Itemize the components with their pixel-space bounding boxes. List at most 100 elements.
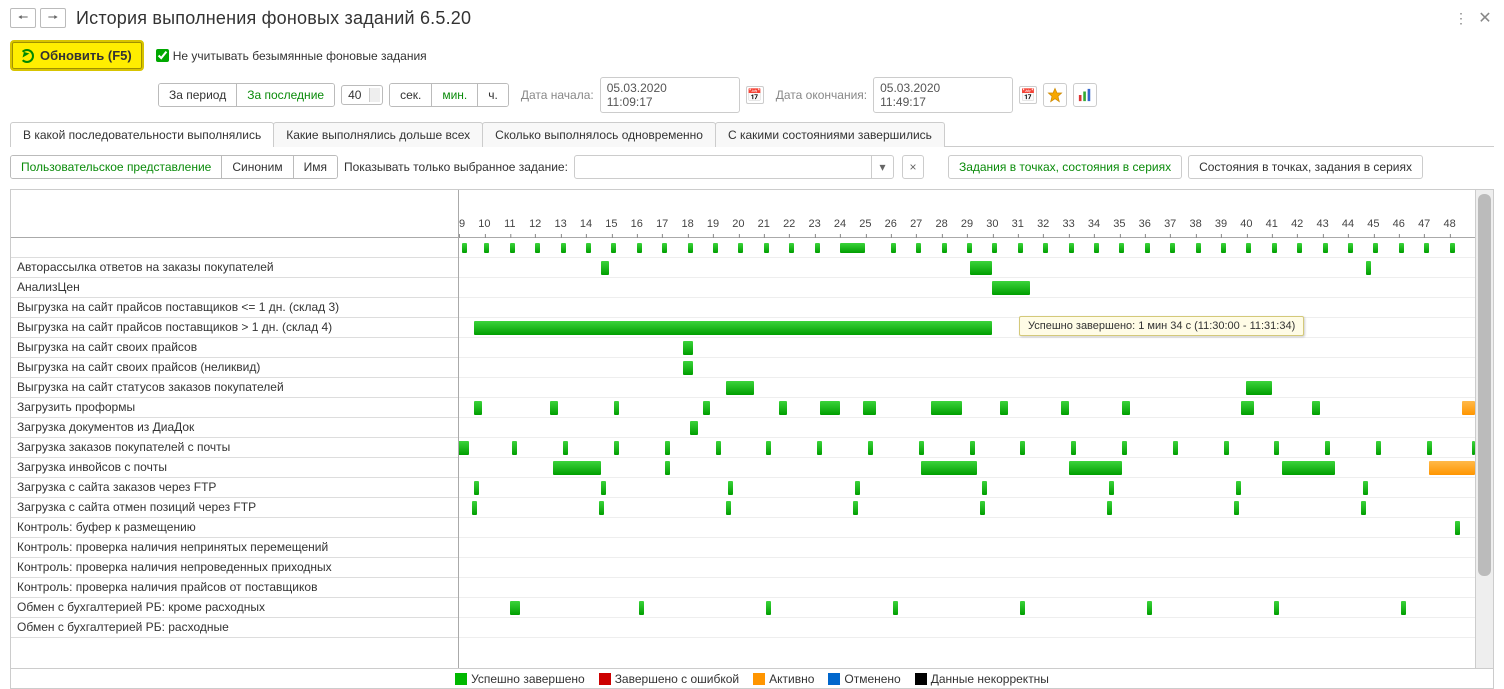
date-end-picker-icon[interactable]: 📅 [1019, 86, 1037, 104]
gantt-bar[interactable] [726, 381, 754, 395]
forward-button[interactable]: 🠖 [40, 8, 66, 28]
gantt-bar[interactable] [683, 361, 693, 375]
close-icon[interactable]: ✕ [1476, 9, 1494, 27]
gantt-bar[interactable] [1241, 401, 1254, 415]
gantt-bar[interactable] [815, 243, 820, 253]
repr-user[interactable]: Пользовательское представление [11, 156, 222, 178]
gantt-bar[interactable] [1363, 481, 1368, 495]
gantt-bar[interactable] [970, 441, 975, 455]
gantt-bar[interactable] [484, 243, 489, 253]
repr-synonym[interactable]: Синоним [222, 156, 293, 178]
gantt-bar[interactable] [474, 321, 992, 335]
gantt-bar[interactable] [1145, 243, 1150, 253]
chevron-down-icon[interactable]: ▾ [871, 156, 893, 178]
gantt-bar[interactable] [459, 441, 469, 455]
gantt-bar[interactable] [561, 243, 566, 253]
repr-name[interactable]: Имя [294, 156, 337, 178]
gantt-bar[interactable] [738, 243, 743, 253]
gantt-bar[interactable] [1107, 501, 1112, 515]
gantt-bar[interactable] [614, 401, 619, 415]
last-button[interactable]: За последние [237, 84, 334, 106]
gantt-bar[interactable] [1224, 441, 1229, 455]
chart-config-button[interactable] [1073, 83, 1097, 107]
gantt-bar[interactable] [1020, 601, 1025, 615]
gantt-bar[interactable] [982, 481, 987, 495]
gantt-bar[interactable] [1147, 601, 1152, 615]
gantt-bar[interactable] [688, 243, 693, 253]
gantt-bar[interactable] [919, 441, 924, 455]
gantt-bar[interactable] [474, 401, 482, 415]
gantt-bar[interactable] [728, 481, 733, 495]
gantt-bar[interactable] [550, 401, 558, 415]
gantt-bar[interactable] [1272, 243, 1277, 253]
date-start-field[interactable]: 05.03.2020 11:09:17 [600, 77, 740, 113]
tab-longest[interactable]: Какие выполнялись дольше всех [273, 122, 483, 147]
ignore-unnamed-checkbox[interactable]: Не учитывать безымянные фоновые задания [156, 49, 427, 63]
gantt-bar[interactable] [766, 601, 771, 615]
tab-concurrent[interactable]: Сколько выполнялось одновременно [482, 122, 716, 147]
gantt-bar[interactable] [637, 243, 642, 253]
gantt-bar[interactable] [639, 601, 644, 615]
gantt-bar[interactable] [1043, 243, 1048, 253]
gantt-bar[interactable] [1376, 441, 1381, 455]
gantt-bar[interactable] [1071, 441, 1076, 455]
gantt-bar[interactable] [726, 501, 731, 515]
gantt-bar[interactable] [1246, 243, 1251, 253]
gantt-bar[interactable] [1196, 243, 1201, 253]
gantt-bar[interactable] [703, 401, 711, 415]
gantt-bar[interactable] [1236, 481, 1241, 495]
gantt-bar[interactable] [510, 601, 520, 615]
gantt-bar[interactable] [690, 421, 698, 435]
refresh-button[interactable]: Обновить (F5) [10, 40, 144, 71]
task-select[interactable]: ▾ [574, 155, 894, 179]
gantt-bar[interactable] [855, 481, 860, 495]
gantt-bar[interactable] [683, 341, 693, 355]
period-button[interactable]: За период [159, 84, 237, 106]
gantt-bar[interactable] [942, 243, 947, 253]
gantt-bar[interactable] [1323, 243, 1328, 253]
date-start-picker-icon[interactable]: 📅 [746, 86, 764, 104]
gantt-bar[interactable] [992, 281, 1030, 295]
gantt-bar[interactable] [779, 401, 787, 415]
gantt-bar[interactable] [1373, 243, 1378, 253]
gantt-bar[interactable] [970, 261, 993, 275]
gantt-bar[interactable] [1109, 481, 1114, 495]
gantt-bar[interactable] [665, 461, 670, 475]
gantt-bar[interactable] [665, 441, 670, 455]
gantt-bar[interactable] [510, 243, 515, 253]
gantt-bar[interactable] [1401, 601, 1406, 615]
back-button[interactable]: 🠔 [10, 8, 36, 28]
gantt-bar[interactable] [1348, 243, 1353, 253]
gantt-bar[interactable] [462, 243, 467, 253]
gantt-bar[interactable] [1094, 243, 1099, 253]
gantt-bar[interactable] [1000, 401, 1008, 415]
gantt-bar[interactable] [472, 501, 477, 515]
gantt-bar[interactable] [789, 243, 794, 253]
gantt-bar[interactable] [764, 243, 769, 253]
gantt-bar[interactable] [1399, 243, 1404, 253]
gantt-bar[interactable] [1325, 441, 1330, 455]
gantt-bar[interactable] [713, 243, 718, 253]
gantt-bar[interactable] [820, 401, 840, 415]
gantt-bar[interactable] [916, 243, 921, 253]
gantt-bar[interactable] [586, 243, 591, 253]
series-mode-2[interactable]: Состояния в точках, задания в сериях [1188, 155, 1423, 179]
duration-spinner[interactable]: 40 [341, 85, 383, 105]
gantt-bar[interactable] [817, 441, 822, 455]
gantt-bar[interactable] [1361, 501, 1366, 515]
gantt-bar[interactable] [1018, 243, 1023, 253]
unit-hour[interactable]: ч. [478, 84, 508, 106]
gantt-bar[interactable] [931, 401, 961, 415]
gantt-bar[interactable] [980, 501, 985, 515]
date-end-field[interactable]: 05.03.2020 11:49:17 [873, 77, 1013, 113]
gantt-bar[interactable] [1274, 601, 1279, 615]
gantt-bar[interactable] [716, 441, 721, 455]
series-mode-1[interactable]: Задания в точках, состояния в сериях [948, 155, 1182, 179]
gantt-bar[interactable] [921, 461, 977, 475]
gantt-bar[interactable] [840, 243, 865, 253]
gantt-bar[interactable] [1170, 243, 1175, 253]
unit-sec[interactable]: сек. [390, 84, 432, 106]
gantt-bar[interactable] [766, 441, 771, 455]
gantt-bar[interactable] [474, 481, 479, 495]
gantt-bar[interactable] [992, 243, 997, 253]
